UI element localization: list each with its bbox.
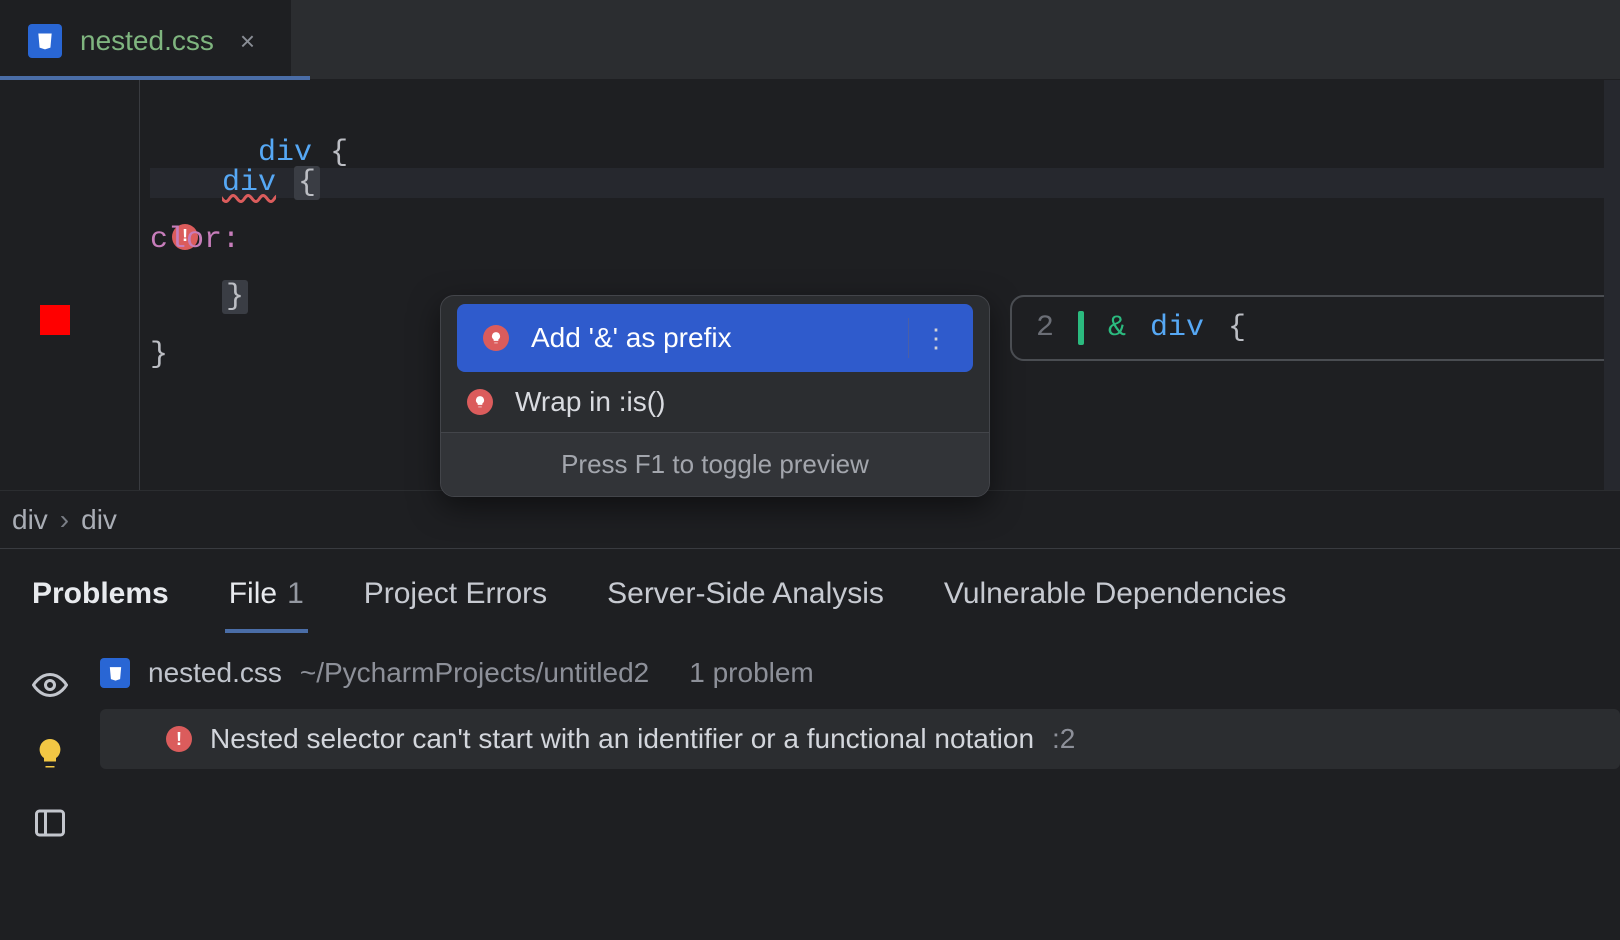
intention-footer-hint: Press F1 to toggle preview	[441, 432, 989, 496]
diff-added-marker	[1078, 311, 1084, 345]
lightbulb-error-icon	[483, 325, 509, 351]
breadcrumb: div › div	[0, 490, 1620, 548]
brace-token: {	[294, 166, 320, 200]
tab-file[interactable]: File 1	[229, 577, 304, 611]
intention-popup: Add '&' as prefix ⋮ Wrap in :is() Press …	[440, 295, 990, 497]
gutter	[0, 80, 140, 490]
problems-summary: 1 problem	[689, 657, 814, 689]
problems-toolbar	[0, 629, 100, 846]
lightbulb-icon[interactable]	[32, 736, 68, 777]
intention-item-add-amp-prefix[interactable]: Add '&' as prefix ⋮	[457, 304, 973, 372]
tab-nested-css[interactable]: nested.css ×	[0, 0, 291, 79]
error-icon: !	[166, 726, 192, 752]
code-line: clor:	[150, 225, 240, 255]
css-file-icon	[28, 24, 62, 58]
lightbulb-error-icon	[467, 389, 493, 415]
breadcrumb-item[interactable]: div	[12, 504, 48, 536]
brace-token: {	[1228, 311, 1246, 345]
color-swatch-icon[interactable]	[40, 305, 70, 335]
problems-filepath: ~/PycharmProjects/untitled2	[300, 657, 649, 689]
amp-token: &	[1108, 311, 1126, 345]
intention-label: Add '&' as prefix	[531, 322, 732, 354]
brace-token: {	[330, 136, 348, 170]
intention-label: Wrap in :is()	[515, 386, 665, 418]
selector-token-error: div	[222, 166, 276, 200]
code-area[interactable]: div { div { ! clor: } } Add '&' as prefi…	[140, 80, 1620, 490]
preview-line-number: 2	[1036, 311, 1054, 345]
problems-title: Problems	[32, 577, 169, 611]
brace-token: }	[150, 338, 168, 372]
problem-item[interactable]: ! Nested selector can't start with an id…	[100, 709, 1620, 769]
tab-label: File	[229, 577, 277, 611]
css-file-icon	[100, 658, 130, 688]
tab-server-side-analysis[interactable]: Server-Side Analysis	[607, 577, 884, 611]
tab-label: nested.css	[80, 25, 214, 57]
eye-icon[interactable]	[32, 667, 68, 708]
selector-token: div	[258, 136, 312, 170]
more-actions-icon[interactable]: ⋮	[908, 318, 963, 358]
problems-panel: Problems File 1 Project Errors Server-Si…	[0, 548, 1620, 846]
code-line: div {	[150, 168, 1620, 198]
code-line: }	[150, 340, 168, 370]
problems-list: nested.css ~/PycharmProjects/untitled2 1…	[100, 629, 1620, 846]
intention-preview: 2 & div {	[1010, 295, 1620, 361]
editor[interactable]: div { div { ! clor: } } Add '&' as prefi…	[0, 80, 1620, 490]
problems-filename: nested.css	[148, 657, 282, 689]
code-line: }	[150, 282, 248, 312]
scrollbar-track[interactable]	[1604, 80, 1620, 490]
layout-icon[interactable]	[32, 805, 68, 846]
tab-bar: nested.css ×	[0, 0, 1620, 80]
problem-location: :2	[1052, 723, 1075, 755]
selector-token: div	[1150, 311, 1204, 345]
intention-item-wrap-is[interactable]: Wrap in :is()	[441, 372, 989, 432]
problems-body: nested.css ~/PycharmProjects/untitled2 1…	[0, 629, 1620, 846]
breadcrumb-item[interactable]: div	[81, 504, 117, 536]
problem-message: Nested selector can't start with an iden…	[210, 723, 1034, 755]
property-token: c	[150, 223, 168, 257]
brace-token: }	[222, 280, 248, 314]
property-token: lor:	[168, 223, 240, 257]
tab-project-errors[interactable]: Project Errors	[364, 577, 547, 611]
tab-vulnerable-dependencies[interactable]: Vulnerable Dependencies	[944, 577, 1286, 611]
tab-count: 1	[287, 577, 304, 611]
chevron-right-icon: ›	[60, 504, 69, 536]
problems-tabs: Problems File 1 Project Errors Server-Si…	[0, 549, 1620, 629]
problems-file-row[interactable]: nested.css ~/PycharmProjects/untitled2 1…	[100, 653, 1620, 693]
close-icon[interactable]: ×	[232, 22, 263, 61]
